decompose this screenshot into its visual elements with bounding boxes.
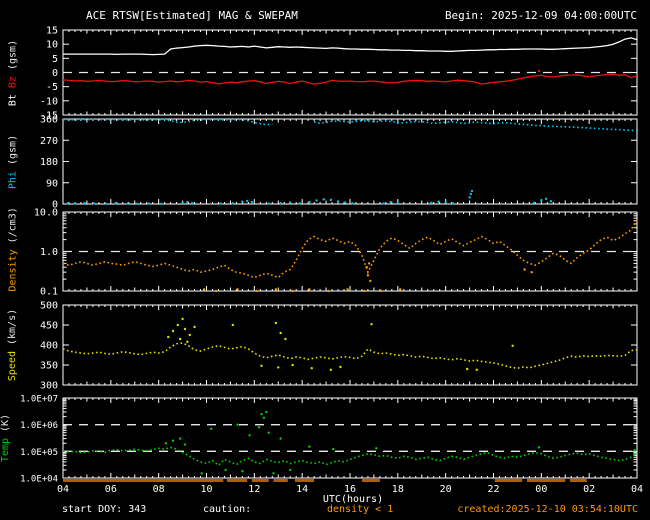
x-tick-label: 08 — [153, 484, 165, 495]
y-tick-label-density: 1.0 — [40, 247, 58, 258]
x-tick-label: 22 — [487, 484, 499, 495]
y-tick-label-phi: 90 — [46, 178, 58, 189]
series-bt — [63, 37, 638, 56]
y-axis-label-speed: Speed (km/s) — [7, 308, 18, 382]
y-tick-label-speed: 450 — [40, 321, 58, 332]
y-tick-label-bt-bz: -10 — [40, 96, 58, 107]
panel-phi: 360270180900 — [40, 115, 638, 211]
y-tick-label-temp: 1.0E+07 — [20, 395, 58, 405]
caution-bar-segment — [294, 479, 315, 482]
caution-bar-segment — [570, 479, 587, 482]
rtsw-chart: 151050-5-10-1536027018090010.01.00.15004… — [20, 26, 643, 496]
x-tick-label: 06 — [105, 484, 117, 495]
y-tick-label-temp: 1.0E+05 — [20, 448, 58, 458]
panel-speed: 500 450 400 350 300 — [40, 301, 638, 392]
x-tick-label: 02 — [583, 484, 595, 495]
caution-bar-segment — [361, 479, 380, 482]
footer-caution-value: density < 1 — [327, 504, 394, 515]
rtsw-plot-page: ACE RTSW[Estimated] MAG & SWEPAM Begin: … — [0, 0, 650, 520]
caution-bar-segment — [494, 479, 523, 482]
y-tick-label-speed: 400 — [40, 341, 58, 352]
y-axis-label-phi: Phi (gsm) — [7, 134, 18, 189]
y-tick-label-bt-bz: 0 — [52, 68, 58, 79]
footer-created-timestamp: created:2025-12-10 03:54:10UTC — [457, 504, 638, 515]
y-tick-label-bt-bz: 15 — [46, 26, 58, 37]
y-tick-label-bt-bz: 5 — [52, 54, 58, 65]
x-tick-label: 12 — [248, 484, 260, 495]
y-axis-label-bt-bz: Bt Bz (gsm) — [7, 39, 18, 106]
x-tick-label: 04 — [57, 484, 69, 495]
caution-bar-segment — [226, 479, 248, 482]
caution-bar-segment — [526, 479, 566, 482]
panel-bt-bz: 151050-5-10-15 — [40, 26, 638, 122]
panel-temp: 1.0E+07 1.0E+06 1.0E+05 1.0E+04 — [20, 395, 638, 485]
series-temp — [62, 446, 638, 467]
y-axis-label-temp: Temp (K) — [0, 413, 11, 463]
y-tick-label-speed: 500 — [40, 301, 58, 312]
x-tick-label: 00 — [535, 484, 547, 495]
y-tick-label-phi: 180 — [40, 157, 58, 168]
footer-start-doy: start DOY: 343 — [62, 504, 147, 515]
y-tick-label-temp: 1.0E+06 — [20, 421, 58, 431]
caution-bar-segment — [251, 479, 269, 482]
y-tick-label-phi: 270 — [40, 136, 58, 147]
y-tick-label-speed: 350 — [40, 361, 58, 372]
y-tick-label-speed: 300 — [40, 381, 58, 392]
y-tick-label-bt-bz: -5 — [46, 82, 58, 93]
y-tick-label-density: 10.0 — [34, 208, 58, 219]
footer-caution-label: caution: — [203, 504, 252, 515]
x-tick-label: 10 — [200, 484, 212, 495]
caution-bar-segment — [273, 479, 288, 482]
y-axis-label-density: Density (/cm3) — [7, 206, 18, 291]
panel-density: 10.0 1.0 0.1 — [34, 208, 638, 298]
y-tick-label-bt-bz: 10 — [46, 40, 58, 51]
y-tick-label-temp: 1.0E+04 — [20, 475, 58, 485]
caution-bar-segment — [63, 479, 224, 482]
x-tick-label: 20 — [440, 484, 452, 495]
y-tick-label-density: 0.1 — [40, 287, 58, 298]
series-bz — [62, 73, 638, 85]
x-tick-label: 04 — [631, 484, 643, 495]
series-density — [62, 219, 638, 279]
y-tick-label-phi: 360 — [40, 115, 58, 126]
series-speed — [62, 342, 638, 370]
